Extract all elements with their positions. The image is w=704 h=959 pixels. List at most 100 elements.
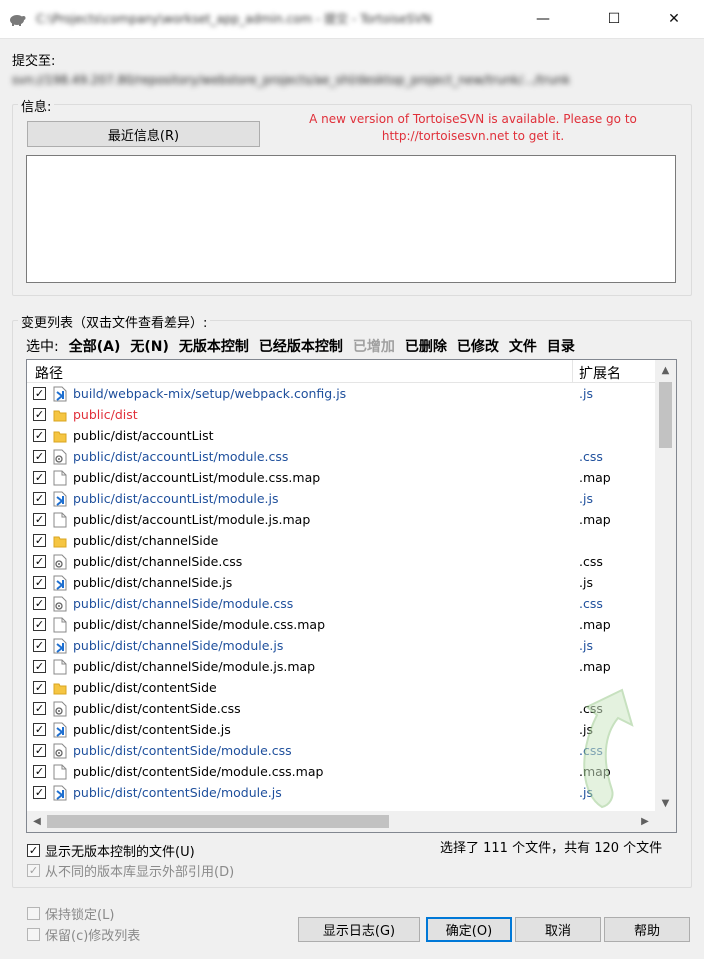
row-ext: .css bbox=[579, 449, 603, 464]
row-checkbox[interactable]: ✓ bbox=[33, 597, 46, 610]
row-checkbox[interactable]: ✓ bbox=[33, 681, 46, 694]
row-checkbox[interactable]: ✓ bbox=[33, 786, 46, 799]
row-checkbox[interactable]: ✓ bbox=[33, 492, 46, 505]
window-title: C:\Projects\company\workset_app_admin.co… bbox=[36, 12, 432, 26]
filter-folders[interactable]: 目录 bbox=[547, 336, 575, 356]
table-row[interactable]: ✓ public/dist bbox=[27, 405, 655, 426]
filter-unversioned[interactable]: 无版本控制 bbox=[179, 336, 249, 356]
vertical-scrollbar[interactable]: ▲ ▼ bbox=[655, 360, 676, 813]
row-checkbox[interactable]: ✓ bbox=[33, 723, 46, 736]
row-ext: .js bbox=[579, 491, 593, 506]
row-checkbox[interactable]: ✓ bbox=[33, 765, 46, 778]
scroll-right-icon[interactable]: ▶ bbox=[635, 811, 655, 832]
scroll-down-icon[interactable]: ▼ bbox=[655, 793, 676, 813]
file-list-header: 路径 扩展名 bbox=[27, 360, 655, 383]
recent-messages-label: 最近信息(R) bbox=[107, 128, 180, 144]
scroll-up-icon[interactable]: ▲ bbox=[655, 360, 676, 380]
table-row[interactable]: ✓ public/dist/accountList/module.css .css bbox=[27, 447, 655, 468]
checkbox-checked-icon[interactable]: ✓ bbox=[27, 844, 40, 857]
row-ext: .map bbox=[579, 512, 611, 527]
table-row[interactable]: ✓ public/dist/accountList bbox=[27, 426, 655, 447]
folder-icon bbox=[53, 533, 67, 549]
filter-files[interactable]: 文件 bbox=[509, 336, 537, 356]
filter-bar: 选中: 全部(A) 无(N) 无版本控制 已经版本控制 已增加 已删除 已修改 … bbox=[26, 336, 575, 356]
horizontal-scrollbar[interactable]: ◀ ▶ bbox=[27, 811, 655, 832]
table-row[interactable]: ✓ public/dist/channelSide.css .css bbox=[27, 552, 655, 573]
column-header-ext[interactable]: 扩展名 bbox=[579, 363, 621, 383]
horizontal-scroll-thumb[interactable] bbox=[47, 815, 389, 828]
table-row[interactable]: ✓ public/dist/channelSide/module.css .css bbox=[27, 594, 655, 615]
row-ext: .css bbox=[579, 554, 603, 569]
ok-button[interactable]: 确定(O) bbox=[426, 917, 512, 942]
table-row[interactable]: ✓ build/webpack-mix/setup/webpack.config.… bbox=[27, 384, 655, 405]
folder-icon bbox=[53, 680, 67, 696]
filter-modified[interactable]: 已修改 bbox=[457, 336, 499, 356]
show-unversioned-label: 显示无版本控制的文件(U) bbox=[45, 845, 195, 860]
filter-versioned[interactable]: 已经版本控制 bbox=[259, 336, 343, 356]
row-checkbox[interactable]: ✓ bbox=[33, 660, 46, 673]
row-checkbox[interactable]: ✓ bbox=[33, 513, 46, 526]
cancel-label: 取消 bbox=[544, 924, 571, 939]
show-log-button[interactable]: 显示日志(G) bbox=[298, 917, 420, 942]
table-row[interactable]: ✓ public/dist/channelSide.js .js bbox=[27, 573, 655, 594]
row-checkbox[interactable]: ✓ bbox=[33, 639, 46, 652]
vertical-scroll-thumb[interactable] bbox=[659, 382, 672, 448]
row-path: public/dist/channelSide.js bbox=[73, 575, 233, 590]
row-checkbox[interactable]: ✓ bbox=[33, 429, 46, 442]
row-checkbox[interactable]: ✓ bbox=[33, 387, 46, 400]
file-icon bbox=[53, 659, 67, 675]
filter-none[interactable]: 无(N) bbox=[130, 336, 169, 356]
scroll-left-icon[interactable]: ◀ bbox=[27, 811, 47, 832]
table-row[interactable]: ✓ public/dist/channelSide/module.css.map.… bbox=[27, 615, 655, 636]
row-path: build/webpack-mix/setup/webpack.config.j… bbox=[73, 386, 347, 401]
row-checkbox[interactable]: ✓ bbox=[33, 702, 46, 715]
file-list[interactable]: 路径 扩展名 ✓ build/webpack-mix/setup/webpack.… bbox=[26, 359, 677, 833]
recent-messages-button[interactable]: 最近信息(R) bbox=[27, 121, 260, 147]
help-button[interactable]: 帮助 bbox=[604, 917, 690, 942]
css-file-icon bbox=[53, 743, 67, 759]
update-notice[interactable]: A new version of TortoiseSVN is availabl… bbox=[300, 111, 646, 145]
column-header-path[interactable]: 路径 bbox=[35, 363, 63, 383]
show-unversioned-checkbox[interactable]: ✓ 显示无版本控制的文件(U) bbox=[27, 841, 195, 860]
table-row[interactable]: ✓ public/dist/accountList/module.js .js bbox=[27, 489, 655, 510]
minimize-button[interactable]: — bbox=[520, 0, 566, 38]
row-checkbox[interactable]: ✓ bbox=[33, 618, 46, 631]
checkbox-unchecked-icon bbox=[27, 928, 40, 941]
row-checkbox[interactable]: ✓ bbox=[33, 555, 46, 568]
row-path: public/dist/contentSide/module.js bbox=[73, 785, 282, 800]
close-button[interactable]: ✕ bbox=[651, 0, 697, 38]
row-checkbox[interactable]: ✓ bbox=[33, 471, 46, 484]
js-file-icon bbox=[53, 575, 67, 591]
filter-deleted[interactable]: 已删除 bbox=[405, 336, 447, 356]
css-file-icon bbox=[53, 596, 67, 612]
folder-icon bbox=[53, 407, 67, 423]
row-checkbox[interactable]: ✓ bbox=[33, 576, 46, 589]
row-ext: .js bbox=[579, 386, 593, 401]
message-input[interactable] bbox=[26, 155, 676, 283]
file-icon bbox=[53, 617, 67, 633]
cancel-button[interactable]: 取消 bbox=[515, 917, 601, 942]
css-file-icon bbox=[53, 701, 67, 717]
filter-all[interactable]: 全部(A) bbox=[69, 336, 121, 356]
css-file-icon bbox=[53, 554, 67, 570]
row-ext: .css bbox=[579, 596, 603, 611]
row-ext: .map bbox=[579, 617, 611, 632]
table-row[interactable]: ✓ public/dist/channelSide/module.js.map .m… bbox=[27, 657, 655, 678]
table-row[interactable]: ✓ public/dist/channelSide/module.js .js bbox=[27, 636, 655, 657]
row-checkbox[interactable]: ✓ bbox=[33, 408, 46, 421]
js-file-icon bbox=[53, 785, 67, 801]
title-bar: C:\Projects\company\workset_app_admin.co… bbox=[0, 0, 704, 39]
show-log-label: 显示日志(G) bbox=[322, 924, 396, 939]
row-checkbox[interactable]: ✓ bbox=[33, 534, 46, 547]
row-path: public/dist/accountList/module.js bbox=[73, 491, 279, 506]
table-row[interactable]: ✓ public/dist/accountList/module.js.map .m… bbox=[27, 510, 655, 531]
table-row[interactable]: ✓ public/dist/accountList/module.css.map.… bbox=[27, 468, 655, 489]
table-row[interactable]: ✓ public/dist/channelSide bbox=[27, 531, 655, 552]
js-file-icon bbox=[53, 491, 67, 507]
row-checkbox[interactable]: ✓ bbox=[33, 744, 46, 757]
row-path: public/dist/contentSide.css bbox=[73, 701, 241, 716]
maximize-button[interactable]: ☐ bbox=[591, 0, 637, 38]
row-path: public/dist/channelSide/module.js.map bbox=[73, 659, 316, 674]
row-checkbox[interactable]: ✓ bbox=[33, 450, 46, 463]
column-divider[interactable] bbox=[572, 360, 573, 382]
